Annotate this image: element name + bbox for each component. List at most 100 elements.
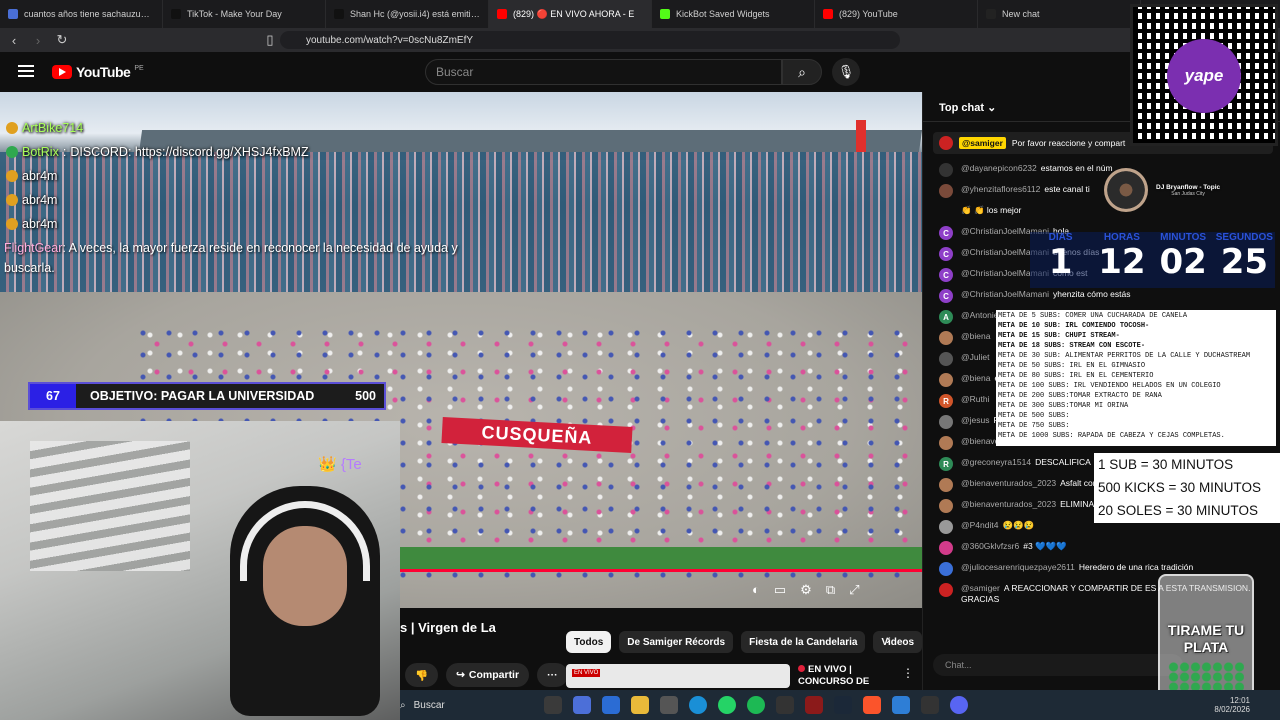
goal-item: META DE 5 SUBS: COMER UNA CUCHARADA DE C… bbox=[998, 312, 1188, 320]
avatar bbox=[939, 352, 953, 366]
related-chips: Todos De Samiger Récords Fiesta de la Cand… bbox=[566, 631, 923, 653]
avatar: C bbox=[939, 268, 953, 282]
cam-overlay-text: {Te bbox=[340, 456, 362, 473]
fullscreen-icon[interactable]: ⤢ bbox=[849, 582, 859, 598]
subathon-rule: 20 SOLES = 30 MINUTOS bbox=[1098, 503, 1258, 518]
logo-word: YouTube bbox=[76, 64, 131, 80]
filter-chip[interactable]: De Samiger Récords bbox=[619, 631, 734, 653]
avatar: A bbox=[939, 310, 953, 324]
taskbar-search[interactable]: ⌕ Buscar bbox=[396, 694, 536, 716]
player-controls: ◐ ▭ ⚙ ⧉ ⤢ bbox=[752, 582, 860, 598]
overlay-chat-line: BotRix: DISCORD: https://discord.gg/XHSJ4… bbox=[6, 140, 309, 164]
address-bar: ‹ › ↻ ▯ youtube.com/watch?v=0scNu8ZmEfY bbox=[0, 28, 1280, 52]
upnext-menu-icon[interactable]: ⋮ bbox=[902, 666, 914, 680]
spotify-icon[interactable] bbox=[747, 696, 765, 714]
chips-next-icon[interactable]: › bbox=[886, 631, 891, 647]
browser-tab[interactable]: cuantos años tiene sachauzumaki - B bbox=[0, 0, 163, 28]
music-sub: San Judas City bbox=[1171, 190, 1205, 197]
browser-tab[interactable]: Shan Hc (@yosii.i4) está emitiendo L bbox=[326, 0, 489, 28]
steam-icon[interactable] bbox=[834, 696, 852, 714]
subtitles-icon[interactable]: ▭ bbox=[774, 582, 786, 598]
brave-icon[interactable] bbox=[863, 696, 881, 714]
mic-button[interactable]: 🎙 bbox=[832, 58, 860, 86]
start-icon[interactable] bbox=[602, 696, 620, 714]
overlay-chat-text: : bbox=[62, 145, 67, 159]
back-icon[interactable]: ‹ bbox=[4, 30, 24, 50]
goals-list: META DE 5 SUBS: COMER UNA CUCHARADA DE C… bbox=[996, 310, 1276, 446]
chat-text: #3 💙💙💙 bbox=[1023, 541, 1067, 551]
autoplay-toggle-icon[interactable]: ◐ bbox=[752, 582, 760, 598]
avatar bbox=[939, 415, 953, 429]
forward-icon[interactable]: › bbox=[28, 30, 48, 50]
tab-favicon-icon bbox=[171, 9, 181, 19]
browser-tab[interactable]: KickBot Saved Widgets bbox=[652, 0, 815, 28]
task-view-icon[interactable] bbox=[544, 696, 562, 714]
share-button[interactable]: ↪ Compartir bbox=[446, 663, 530, 687]
avatar bbox=[939, 478, 953, 492]
overlay-chat-user: FlightGear bbox=[4, 241, 63, 255]
miniplayer-icon[interactable]: ⧉ bbox=[826, 582, 835, 598]
webcam-overlay: 👑 {Te bbox=[0, 421, 400, 720]
video-progress-bar[interactable] bbox=[400, 569, 922, 572]
clock-date: 8/02/2026 bbox=[1214, 705, 1250, 714]
upnext-title[interactable]: EN VIVO | CONCURSO DE bbox=[798, 664, 869, 688]
chat-message-body: @360Gklvfzsr6 #3 💙💙💙 bbox=[961, 541, 1067, 552]
chat-badge-icon bbox=[6, 170, 18, 182]
copilot-icon[interactable] bbox=[573, 696, 591, 714]
app-icon[interactable] bbox=[805, 696, 823, 714]
chat-badge-icon bbox=[6, 194, 18, 206]
chat-author: @360Gklvfzsr6 bbox=[961, 541, 1020, 551]
avatar bbox=[939, 373, 953, 387]
avatar: C bbox=[939, 226, 953, 240]
youtube-logo[interactable]: YouTube PE bbox=[52, 64, 144, 80]
search-button[interactable]: ⌕ bbox=[782, 59, 822, 85]
search-input[interactable]: Buscar bbox=[425, 59, 782, 85]
system-clock[interactable]: 12:01 8/02/2026 bbox=[1214, 696, 1250, 714]
browser-tab[interactable]: (829) YouTube bbox=[815, 0, 978, 28]
bookmark-icon[interactable]: ▯ bbox=[260, 30, 280, 50]
timer-cell: MINUTOS 02 bbox=[1154, 232, 1212, 288]
app-icon[interactable] bbox=[921, 696, 939, 714]
avatar: R bbox=[939, 394, 953, 408]
upnext-thumbnail[interactable]: EN VIVO bbox=[566, 664, 790, 688]
filter-chip[interactable]: Todos bbox=[566, 631, 612, 653]
more-actions-button[interactable]: ··· bbox=[537, 663, 568, 687]
url-field[interactable]: youtube.com/watch?v=0scNu8ZmEfY bbox=[280, 31, 900, 49]
overlay-chat-user: abr4m bbox=[22, 193, 58, 207]
timer-cell: DIAS 1 bbox=[1032, 232, 1090, 288]
avatar: C bbox=[939, 247, 953, 261]
chat-message-body: @ChristianJoelMamani yhenzita cómo estás bbox=[961, 289, 1130, 300]
notepad-icon[interactable] bbox=[892, 696, 910, 714]
discord-icon[interactable] bbox=[950, 696, 968, 714]
goal-item: META DE 200 SUBS:TOMAR EXTRACTO DE RANA bbox=[998, 392, 1162, 400]
timer-value: 12 bbox=[1098, 242, 1146, 282]
mic-icon: 🎙 bbox=[837, 64, 855, 79]
reload-icon[interactable]: ↻ bbox=[52, 30, 72, 50]
chat-header-label: Top chat bbox=[939, 102, 985, 114]
chat-message-body: @yhenzitaflores6112 este canal ti bbox=[961, 184, 1090, 195]
goal-item: META DE 30 SUB: ALIMENTAR PERRITOS DE LA… bbox=[998, 352, 1251, 360]
share-icon: ↪ bbox=[456, 669, 465, 681]
youtube-play-icon bbox=[52, 65, 72, 79]
overlay-chat-user: abr4m bbox=[22, 169, 58, 183]
browser-tab[interactable]: New chat bbox=[978, 0, 1141, 28]
edge-icon[interactable] bbox=[689, 696, 707, 714]
app-icon[interactable] bbox=[776, 696, 794, 714]
filter-chip[interactable]: Fiesta de la Candelaria bbox=[741, 631, 866, 653]
avatar: R bbox=[939, 457, 953, 471]
browser-tab[interactable]: (829) 🔴 EN VIVO AHORA - E bbox=[489, 0, 652, 28]
settings-icon[interactable]: ⚙ bbox=[800, 582, 812, 598]
store-icon[interactable] bbox=[660, 696, 678, 714]
file-explorer-icon[interactable] bbox=[631, 696, 649, 714]
chat-message[interactable]: @360Gklvfzsr6 #3 💙💙💙 bbox=[923, 536, 1280, 557]
chat-message-body: @bienaventurados_2023 ELIMINADOS bbox=[961, 499, 1113, 510]
chat-input[interactable]: Chat... bbox=[933, 654, 1183, 676]
browser-tab[interactable]: TikTok - Make Your Day bbox=[163, 0, 326, 28]
filter-chip[interactable]: Videos bbox=[873, 631, 923, 653]
yape-logo: yape bbox=[1167, 39, 1241, 113]
menu-icon[interactable] bbox=[18, 65, 34, 77]
dislike-button[interactable]: 👎 bbox=[405, 663, 439, 687]
goal-current: 67 bbox=[30, 384, 76, 408]
whatsapp-icon[interactable] bbox=[718, 696, 736, 714]
chat-author: @greconeyra1514 bbox=[961, 457, 1032, 467]
